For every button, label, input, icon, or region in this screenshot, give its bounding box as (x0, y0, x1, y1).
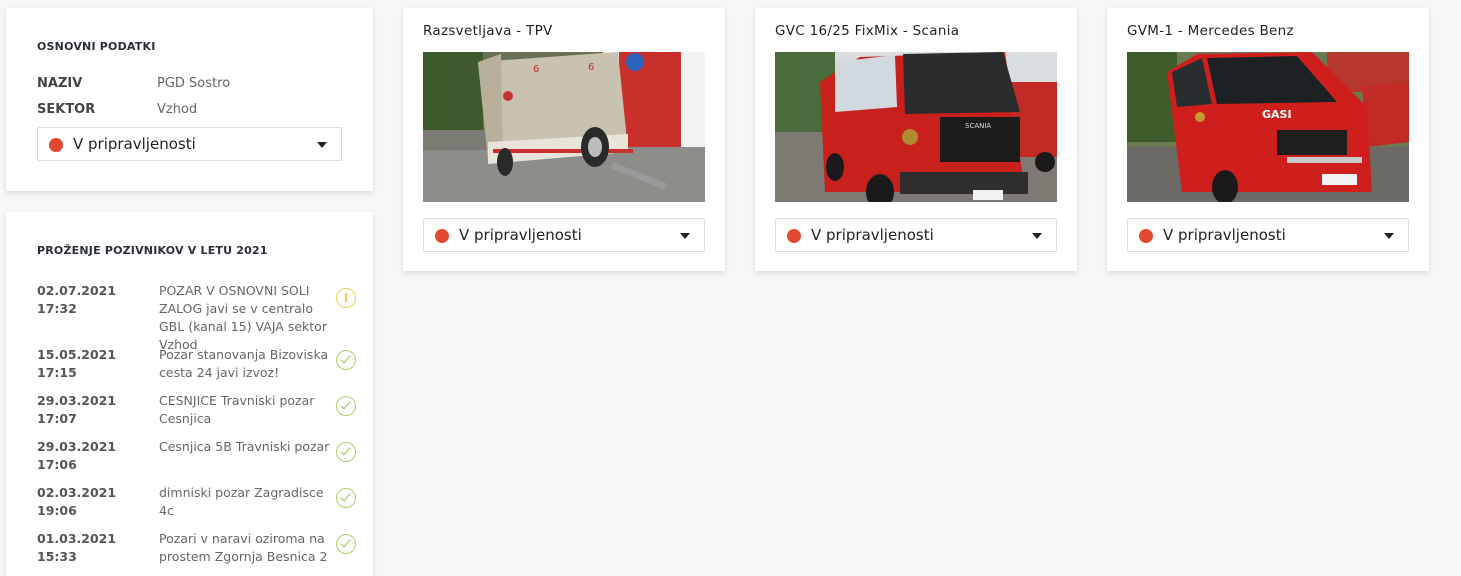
vehicle-status-select[interactable]: V pripravljenosti (1127, 218, 1409, 252)
call-time: 17:06 (37, 457, 77, 472)
check-icon (336, 396, 356, 416)
status-dot-icon (1139, 229, 1153, 243)
unit-status-label: V pripravljenosti (73, 135, 196, 153)
vehicle-title: GVC 16/25 FixMix - Scania (775, 23, 960, 39)
vehicle-card: GVM-1 - Mercedes Benz GASI V pripravljen… (1107, 8, 1429, 271)
sektor-label: SEKTOR (37, 102, 96, 117)
svg-text:6: 6 (533, 64, 539, 75)
check-icon (336, 350, 356, 370)
call-time: 17:32 (37, 301, 77, 316)
pager-calls-card: PROŽENJE POZIVNIKOV V LETU 2021 02.07.20… (6, 212, 373, 576)
warning-icon (336, 288, 356, 308)
chevron-down-icon (1384, 233, 1394, 239)
vehicle-title: Razsvetljava - TPV (423, 23, 553, 39)
call-message: Pozar stanovanja Bizoviska cesta 24 javi… (159, 347, 329, 380)
naziv-value: PGD Sostro (157, 76, 231, 91)
vehicle-card: Razsvetljava - TPV 6 6 V pripravljenosti (403, 8, 725, 271)
sektor-value: Vzhod (157, 102, 198, 117)
svg-text:6: 6 (588, 62, 594, 73)
vehicle-status-label: V pripravljenosti (459, 226, 582, 244)
call-date: 01.03.2021 (37, 531, 117, 546)
pager-calls-title: PROŽENJE POZIVNIKOV V LETU 2021 (37, 244, 268, 257)
call-time: 15:33 (37, 549, 77, 564)
trailer-photo: 6 6 (423, 52, 705, 202)
call-time: 17:07 (37, 411, 77, 426)
status-dot-icon (787, 229, 801, 243)
basic-info-card: OSNOVNI PODATKI NAZIV PGD Sostro SEKTOR … (6, 8, 373, 191)
call-message: Cesnjica 5B Travniski pozar (159, 439, 330, 454)
vehicle-status-label: V pripravljenosti (811, 226, 934, 244)
vehicle-status-label: V pripravljenosti (1163, 226, 1286, 244)
call-time: 19:06 (37, 503, 77, 518)
vehicle-status-select[interactable]: V pripravljenosti (775, 218, 1057, 252)
naziv-label: NAZIV (37, 76, 83, 91)
call-date: 02.03.2021 (37, 485, 117, 500)
call-datetime: 02.03.2021 19:06 (37, 484, 137, 520)
vehicle-status-select[interactable]: V pripravljenosti (423, 218, 705, 252)
fire-van-photo: GASI (1127, 52, 1409, 202)
vehicle-card: GVC 16/25 FixMix - Scania SCANIA V pripr… (755, 8, 1077, 271)
call-datetime: 02.07.2021 17:32 (37, 282, 137, 318)
chevron-down-icon (1032, 233, 1042, 239)
status-dot-icon (435, 229, 449, 243)
vehicle-title: GVM-1 - Mercedes Benz (1127, 23, 1294, 39)
call-date: 29.03.2021 (37, 393, 117, 408)
unit-status-select[interactable]: V pripravljenosti (37, 127, 342, 161)
check-icon (336, 442, 356, 462)
call-date: 29.03.2021 (37, 439, 117, 454)
status-dot-icon (49, 138, 63, 152)
call-date: 15.05.2021 (37, 347, 117, 362)
call-message: POZAR V OSNOVNI SOLI ZALOG javi se v cen… (159, 283, 327, 352)
fire-truck-photo: SCANIA (775, 52, 1057, 202)
svg-text:GASI: GASI (1262, 108, 1292, 121)
call-datetime: 29.03.2021 17:06 (37, 438, 137, 474)
call-message: dimniski pozar Zagradisce 4c (159, 485, 324, 518)
chevron-down-icon (680, 233, 690, 239)
basic-info-title: OSNOVNI PODATKI (37, 40, 156, 53)
call-datetime: 29.03.2021 17:07 (37, 392, 137, 428)
call-datetime: 01.03.2021 15:33 (37, 530, 137, 566)
call-datetime: 15.05.2021 17:15 (37, 346, 137, 382)
check-icon (336, 534, 356, 554)
check-icon (336, 488, 356, 508)
call-time: 17:15 (37, 365, 77, 380)
call-date: 02.07.2021 (37, 283, 117, 298)
call-message: CESNJICE Travniski pozar Cesnjica (159, 393, 315, 426)
call-message: Pozari v naravi oziroma na prostem Zgorn… (159, 531, 328, 564)
svg-text:SCANIA: SCANIA (965, 122, 991, 130)
chevron-down-icon (317, 142, 327, 148)
